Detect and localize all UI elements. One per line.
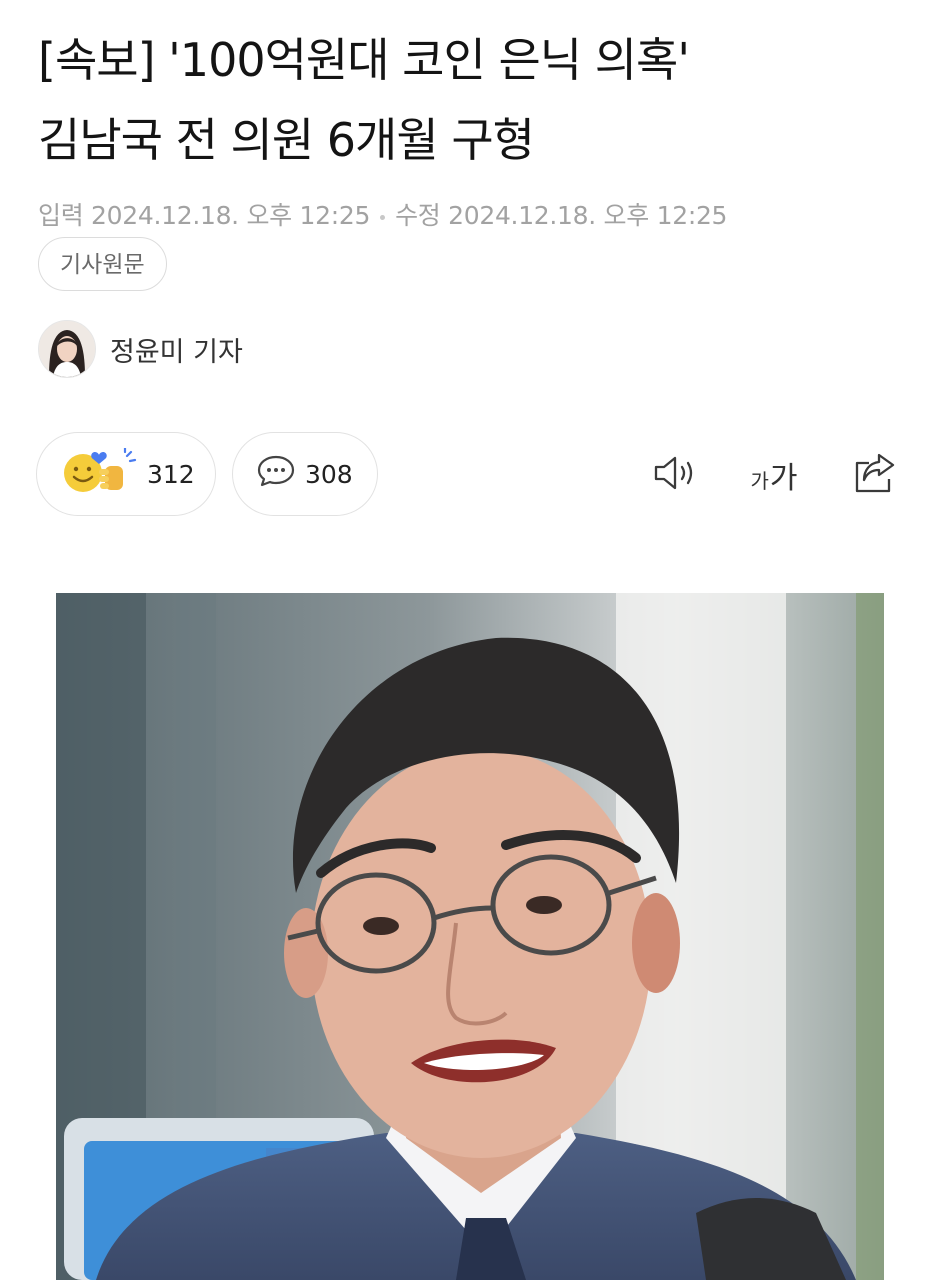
reaction-button[interactable]: 312 [36,432,216,516]
author-name[interactable]: 정윤미 기자 [110,330,243,369]
share-icon [851,451,899,499]
comment-count: 308 [305,459,353,489]
author-block[interactable]: 정윤미 기자 [38,320,243,378]
font-small-glyph: 가 [750,469,769,493]
author-avatar[interactable] [38,320,96,378]
font-size-button[interactable]: 가가 [744,450,804,500]
separator-dot [380,214,386,220]
article-dates: 입력 2024.12.18. 오후 12:25 수정 2024.12.18. 오후… [38,196,727,232]
original-article-button[interactable]: 기사원문 [38,237,167,291]
published-date: 입력 2024.12.18. 오후 12:25 [38,201,371,230]
comment-icon [257,454,295,494]
reaction-emoji-icon [61,446,137,500]
article-title-line-1: [속보] '100억원대 코인 은닉 의혹' [38,33,690,87]
article-title: [속보] '100억원대 코인 은닉 의혹' 김남국 전 의원 6개월 구형 [38,20,908,180]
comment-button[interactable]: 308 [232,432,378,516]
font-large-glyph: 가 [769,461,798,496]
reaction-count: 312 [147,459,195,489]
text-to-speech-button[interactable] [650,450,700,500]
article-photo[interactable] [56,593,884,1280]
share-button[interactable] [850,450,900,500]
photo-illustration [56,593,884,1280]
speaker-icon [651,453,699,497]
article-title-line-2: 김남국 전 의원 6개월 구형 [38,113,535,167]
modified-date: 수정 2024.12.18. 오후 12:25 [395,201,728,230]
font-size-icon: 가가 [750,453,797,497]
